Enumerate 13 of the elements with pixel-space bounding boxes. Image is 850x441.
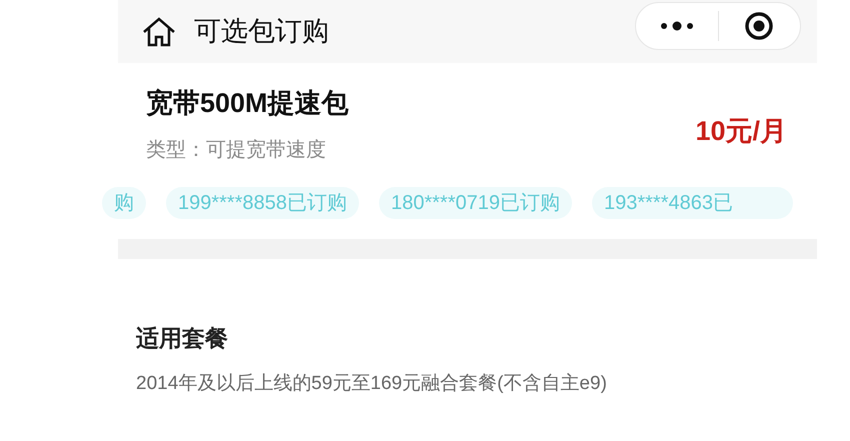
subscriber-chip: 199****8858已订购: [166, 187, 359, 219]
home-icon[interactable]: [142, 16, 176, 46]
product-type: 类型：可提宽带速度: [146, 138, 327, 163]
subscriber-chip: 180****0719已订购: [379, 187, 572, 219]
section-heading: 适用套餐: [136, 324, 229, 353]
price: 10元/月: [695, 115, 787, 148]
target-icon: [744, 10, 774, 40]
more-icon: [660, 20, 694, 30]
subscriber-chip: 购: [102, 187, 146, 219]
subscriber-chip: 193****4863已: [592, 187, 793, 219]
plan-description: 2014年及以后上线的59元至169元融合套餐(不含自主e9): [136, 372, 608, 396]
page-title: 可选包订购: [194, 15, 329, 48]
product-name: 宽带500M提速包: [146, 87, 349, 120]
